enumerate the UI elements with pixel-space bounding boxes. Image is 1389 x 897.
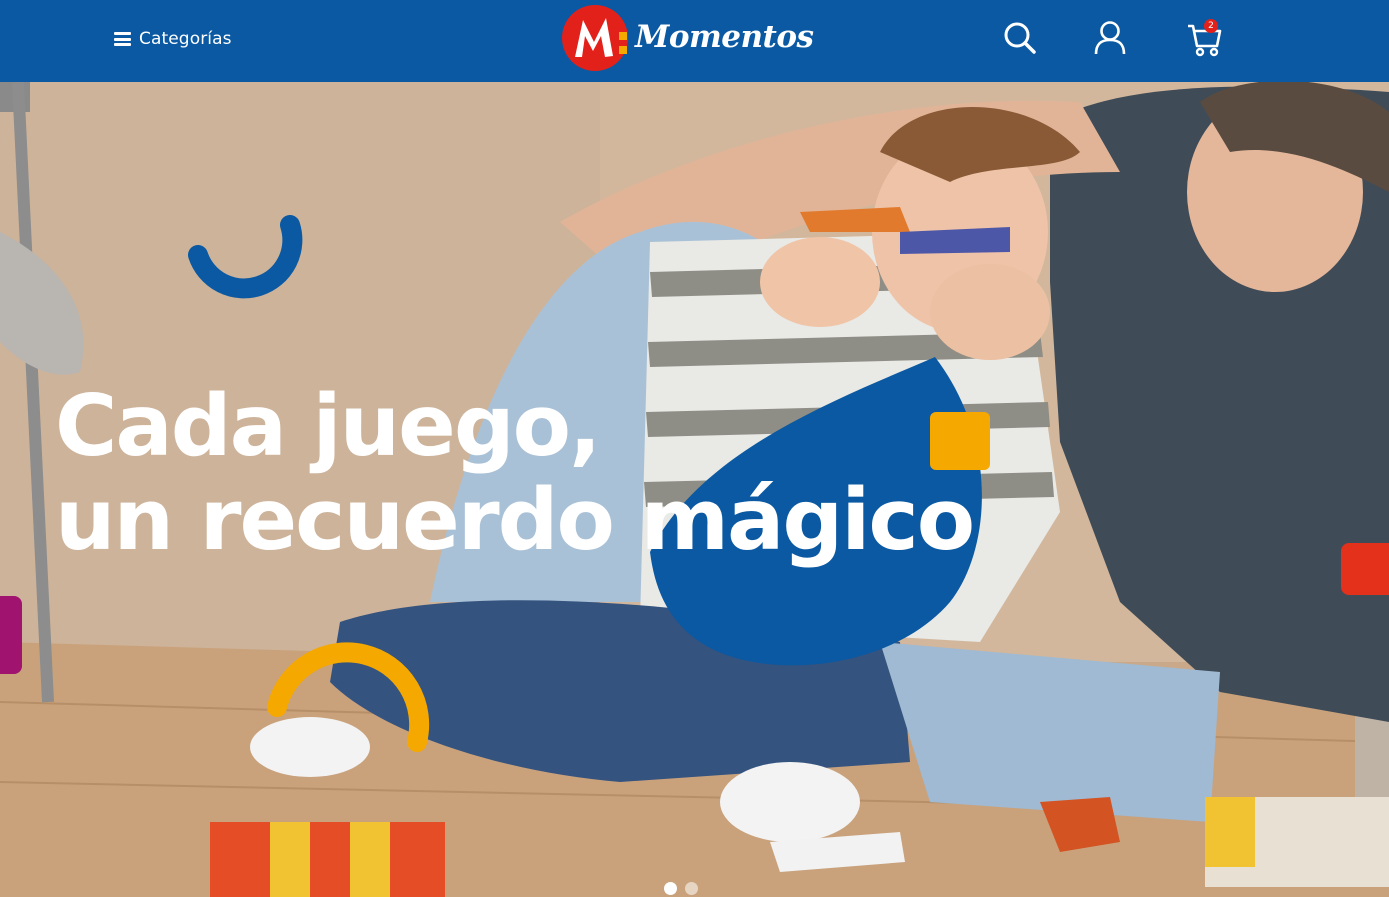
categories-label: Categorías — [139, 29, 232, 49]
hero-banner[interactable]: Cada juego, un recuerdo mágico — [0, 82, 1389, 897]
cart-count-badge: 2 — [1204, 19, 1218, 33]
site-header: Categorías Momentos 2 — [0, 0, 1389, 82]
search-button[interactable] — [1002, 18, 1038, 58]
carousel-dots — [664, 882, 698, 895]
cart-button[interactable]: 2 — [1186, 18, 1222, 58]
user-icon — [1094, 21, 1126, 55]
site-logo[interactable]: Momentos — [561, 4, 814, 72]
logo-wordmark: Momentos — [635, 19, 814, 55]
account-button[interactable] — [1092, 18, 1128, 58]
menu-icon — [114, 32, 131, 46]
hero-headline: Cada juego, un recuerdo mágico — [55, 377, 975, 570]
carousel-dot-2[interactable] — [685, 882, 698, 895]
side-tab-left[interactable] — [0, 596, 22, 674]
search-icon — [1004, 22, 1036, 54]
categories-menu-button[interactable]: Categorías — [114, 26, 232, 52]
hero-headline-line2: un recuerdo mágico — [55, 471, 975, 570]
carousel-dot-1[interactable] — [664, 882, 677, 895]
logo-badge-icon — [561, 4, 635, 72]
hero-headline-line1: Cada juego, — [55, 377, 601, 476]
side-tab-right[interactable] — [1341, 543, 1389, 595]
